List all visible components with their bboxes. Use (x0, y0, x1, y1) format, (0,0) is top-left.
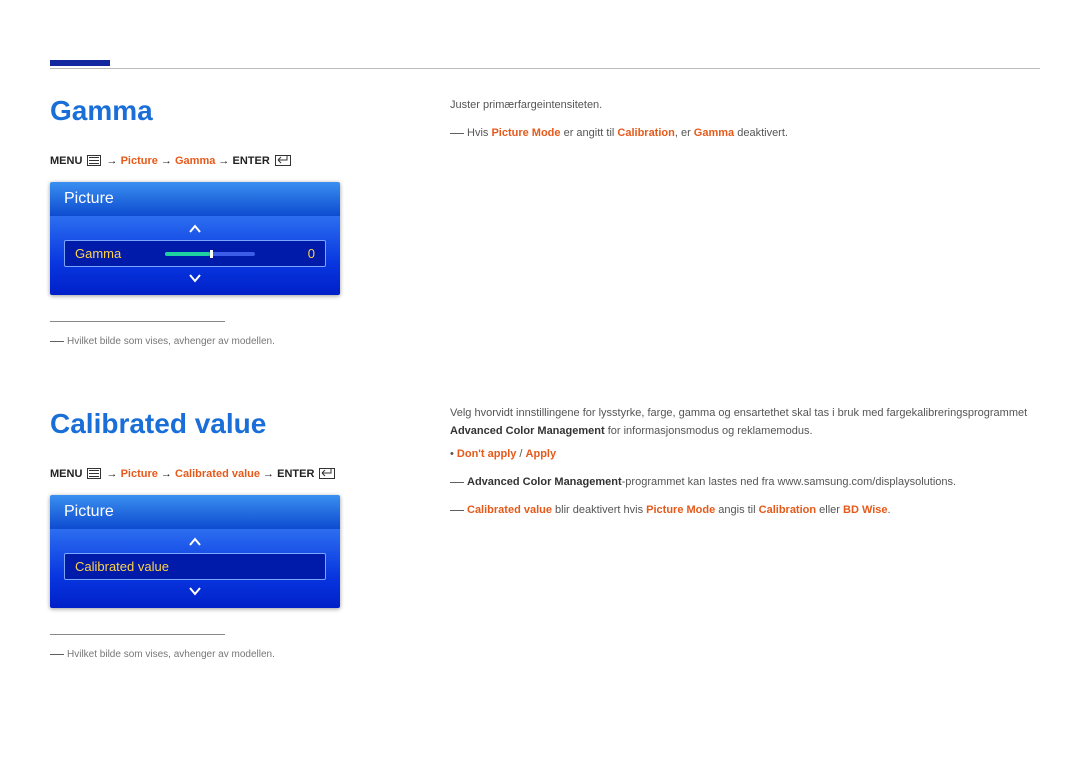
footnote-gamma: ―Hvilket bilde som vises, avhenger av mo… (50, 332, 410, 348)
t: deaktivert. (734, 127, 788, 139)
bc-arrow: → (215, 155, 232, 167)
bc-gamma: Gamma (175, 155, 215, 167)
right-col-cal: Velg hvorvidt innstillingene for lysstyr… (450, 405, 1040, 521)
t: Velg hvorvidt innstillingene for lysstyr… (450, 407, 1027, 419)
bc-picture: Picture (121, 155, 158, 167)
bc-calval: Calibrated value (175, 468, 260, 480)
slider-track (165, 252, 255, 256)
bc-arrow: → (158, 155, 175, 167)
osd-header: Picture (50, 182, 340, 216)
t: , er (675, 127, 694, 139)
t: for informasjonsmodus og reklamemodus. (605, 425, 813, 437)
section-title-gamma: Gamma (50, 95, 410, 127)
t: Advanced Color Management (467, 476, 622, 488)
breadcrumb-cal: MENU → Picture → Calibrated value → ENTE… (50, 468, 410, 480)
footnote-text: Hvilket bilde som vises, avhenger av mod… (67, 336, 275, 347)
bc-picture: Picture (121, 468, 158, 480)
bc-menu: MENU (50, 155, 85, 167)
footnote-text: Hvilket bilde som vises, avhenger av mod… (67, 649, 275, 660)
osd-header: Picture (50, 495, 340, 529)
enter-icon (275, 155, 291, 166)
enter-icon (319, 468, 335, 479)
bc-arrow: → (103, 468, 120, 480)
cal-note1: ―Advanced Color Management-programmet ka… (450, 470, 1040, 492)
gamma-slider[interactable] (165, 249, 285, 259)
chevron-down-icon[interactable] (64, 271, 326, 285)
osd-gamma-row[interactable]: Gamma 0 (64, 240, 326, 267)
osd-gamma-label: Gamma (75, 246, 165, 261)
bc-enter: ENTER (232, 155, 272, 167)
t: blir deaktivert hvis (552, 504, 646, 516)
t: Calibrated value (467, 504, 552, 516)
osd-cal-row[interactable]: Calibrated value (64, 553, 326, 580)
page-accent (50, 60, 110, 66)
slider-knob (210, 250, 213, 258)
t: -programmet kan lastes ned fra www.samsu… (622, 476, 956, 488)
right-col-gamma: Juster primærfargeintensiteten. ―Hvis Pi… (450, 97, 1040, 143)
section-calibrated: Calibrated value MENU → Picture → Calibr… (50, 408, 410, 661)
osd-body: Gamma 0 (50, 216, 340, 295)
t: Advanced Color Management (450, 425, 605, 437)
breadcrumb-gamma: MENU → Picture → Gamma → ENTER (50, 155, 410, 167)
opt-apply: Apply (526, 448, 557, 460)
t: . (888, 504, 891, 516)
t: / (516, 448, 525, 460)
gamma-note: ―Hvis Picture Mode er angitt til Calibra… (450, 121, 1040, 143)
bc-arrow: → (260, 468, 277, 480)
t: er angitt til (561, 127, 618, 139)
slider-fill (165, 252, 210, 256)
osd-cal-label: Calibrated value (75, 559, 315, 574)
menu-icon (87, 155, 101, 166)
cal-desc: Velg hvorvidt innstillingene for lysstyr… (450, 405, 1040, 440)
menu-icon (87, 468, 101, 479)
t: Hvis (467, 127, 491, 139)
gamma-desc: Juster primærfargeintensiteten. (450, 97, 1040, 115)
cal-options: Don't apply / Apply (450, 446, 1040, 464)
osd-cal: Picture Calibrated value (50, 495, 340, 608)
bc-enter: ENTER (277, 468, 317, 480)
t: eller (816, 504, 843, 516)
divider (50, 634, 225, 635)
osd-gamma-value: 0 (285, 246, 315, 261)
t: Calibration (617, 127, 674, 139)
t: Calibration (759, 504, 816, 516)
osd-gamma: Picture Gamma 0 (50, 182, 340, 295)
section-title-cal: Calibrated value (50, 408, 410, 440)
t: Picture Mode (646, 504, 715, 516)
t: BD Wise (843, 504, 888, 516)
t: angis til (715, 504, 758, 516)
bc-arrow: → (158, 468, 175, 480)
cal-note2: ―Calibrated value blir deaktivert hvis P… (450, 498, 1040, 520)
t: Gamma (694, 127, 734, 139)
bc-menu: MENU (50, 468, 85, 480)
divider (50, 321, 225, 322)
opt-dont-apply: Don't apply (457, 448, 516, 460)
chevron-down-icon[interactable] (64, 584, 326, 598)
bc-arrow: → (103, 155, 120, 167)
chevron-up-icon[interactable] (64, 535, 326, 549)
page-rule (50, 68, 1040, 69)
chevron-up-icon[interactable] (64, 222, 326, 236)
osd-body: Calibrated value (50, 529, 340, 608)
left-column: Gamma MENU → Picture → Gamma → ENTER Pic… (50, 95, 410, 661)
footnote-cal: ―Hvilket bilde som vises, avhenger av mo… (50, 645, 410, 661)
t: Picture Mode (491, 127, 560, 139)
